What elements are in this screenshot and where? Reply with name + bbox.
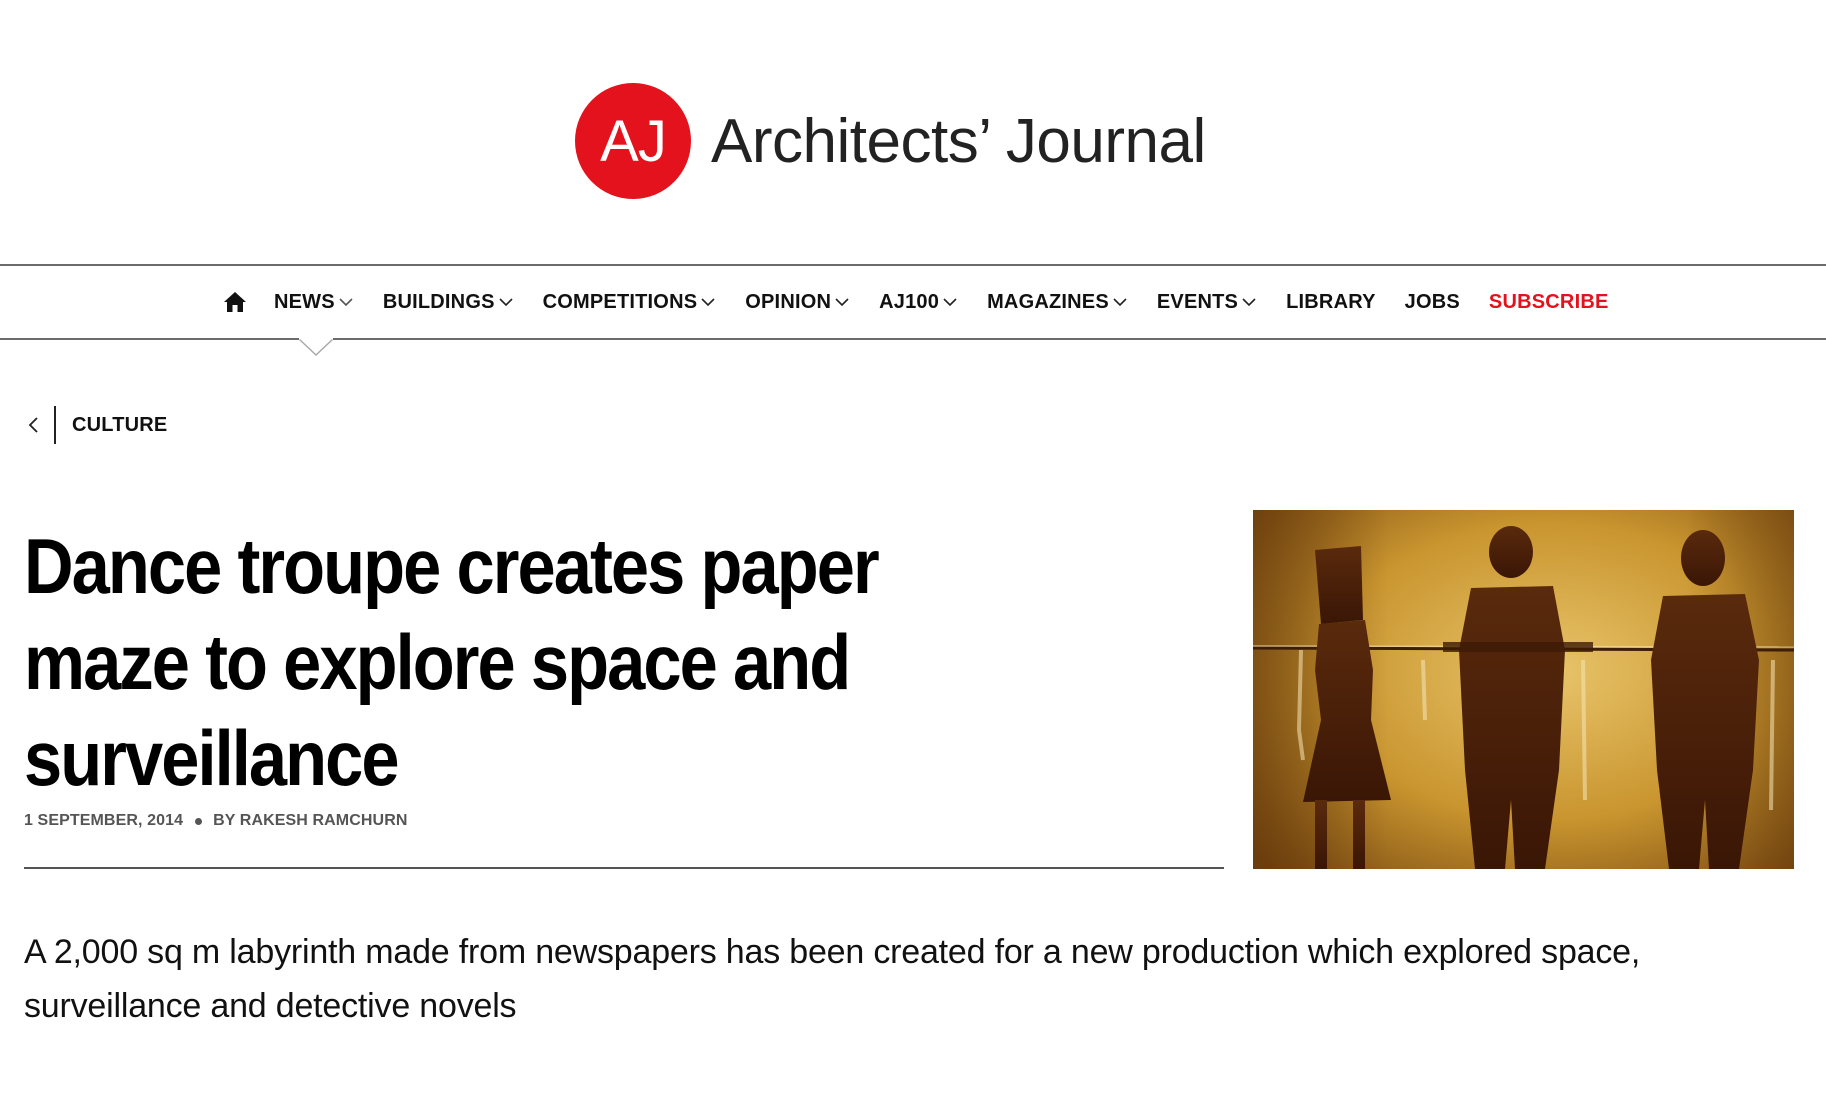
- nav-item-label: COMPETITIONS: [542, 290, 698, 313]
- breadcrumb-section-link[interactable]: CULTURE: [72, 414, 167, 437]
- nav-item-library[interactable]: LIBRARY: [1286, 291, 1376, 314]
- article-headline: Dance troupe creates paper maze to explo…: [24, 522, 880, 802]
- chevron-down-icon: [943, 298, 957, 307]
- article-meta: 1 SEPTEMBER, 2014 BY RAKESH RAMCHURN: [24, 812, 408, 830]
- nav-item-jobs[interactable]: JOBS: [1405, 291, 1460, 314]
- nav-item-opinion[interactable]: OPINION: [745, 291, 850, 314]
- main-nav: NEWS BUILDINGS COMPETITIONS OPINION AJ10…: [0, 264, 1826, 340]
- subscribe-label: SUBSCRIBE: [1488, 290, 1609, 313]
- nav-item-label: AJ100: [879, 290, 940, 313]
- chevron-down-icon: [1113, 298, 1127, 307]
- article-date: 1 SEPTEMBER, 2014: [24, 812, 184, 829]
- logo-mark-text: AJ: [600, 108, 667, 174]
- nav-item-label: JOBS: [1404, 290, 1460, 313]
- article-byline[interactable]: BY RAKESH RAMCHURN: [213, 812, 407, 830]
- article-standfirst: A 2,000 sq m labyrinth made from newspap…: [24, 933, 1641, 1025]
- nav-items: NEWS BUILDINGS COMPETITIONS OPINION AJ10…: [220, 266, 1609, 338]
- hero-image[interactable]: [1253, 510, 1794, 869]
- headline-divider: [24, 867, 1224, 869]
- home-icon[interactable]: [220, 287, 250, 317]
- chevron-down-icon: [499, 298, 513, 307]
- meta-separator-dot: [195, 817, 203, 825]
- nav-item-label: MAGAZINES: [987, 290, 1109, 313]
- chevron-down-icon: [701, 298, 715, 307]
- logo-wordmark: Architects’ Journal: [711, 106, 1206, 176]
- nav-item-label: OPINION: [745, 290, 832, 313]
- nav-item-competitions[interactable]: COMPETITIONS: [543, 291, 717, 314]
- masthead: AJ Architects’ Journal: [0, 0, 1826, 264]
- chevron-left-icon[interactable]: [24, 413, 42, 437]
- breadcrumb: CULTURE: [24, 405, 167, 445]
- nav-item-label: BUILDINGS: [382, 290, 495, 313]
- chevron-down-icon: [835, 298, 849, 307]
- nav-item-label: LIBRARY: [1286, 290, 1376, 313]
- breadcrumb-divider: [54, 406, 56, 444]
- nav-item-label: NEWS: [274, 290, 335, 313]
- nav-item-aj100[interactable]: AJ100: [879, 291, 958, 314]
- nav-item-subscribe[interactable]: SUBSCRIBE: [1489, 291, 1609, 314]
- nav-item-events[interactable]: EVENTS: [1157, 291, 1257, 314]
- logo-mark: AJ: [575, 83, 691, 199]
- chevron-down-icon: [1242, 298, 1256, 307]
- nav-item-label: EVENTS: [1156, 290, 1239, 313]
- nav-item-news[interactable]: NEWS: [274, 291, 354, 314]
- nav-item-buildings[interactable]: BUILDINGS: [383, 291, 514, 314]
- chevron-down-icon: [339, 298, 353, 307]
- nav-item-magazines[interactable]: MAGAZINES: [987, 291, 1128, 314]
- site-logo[interactable]: AJ Architects’ Journal: [575, 83, 1206, 199]
